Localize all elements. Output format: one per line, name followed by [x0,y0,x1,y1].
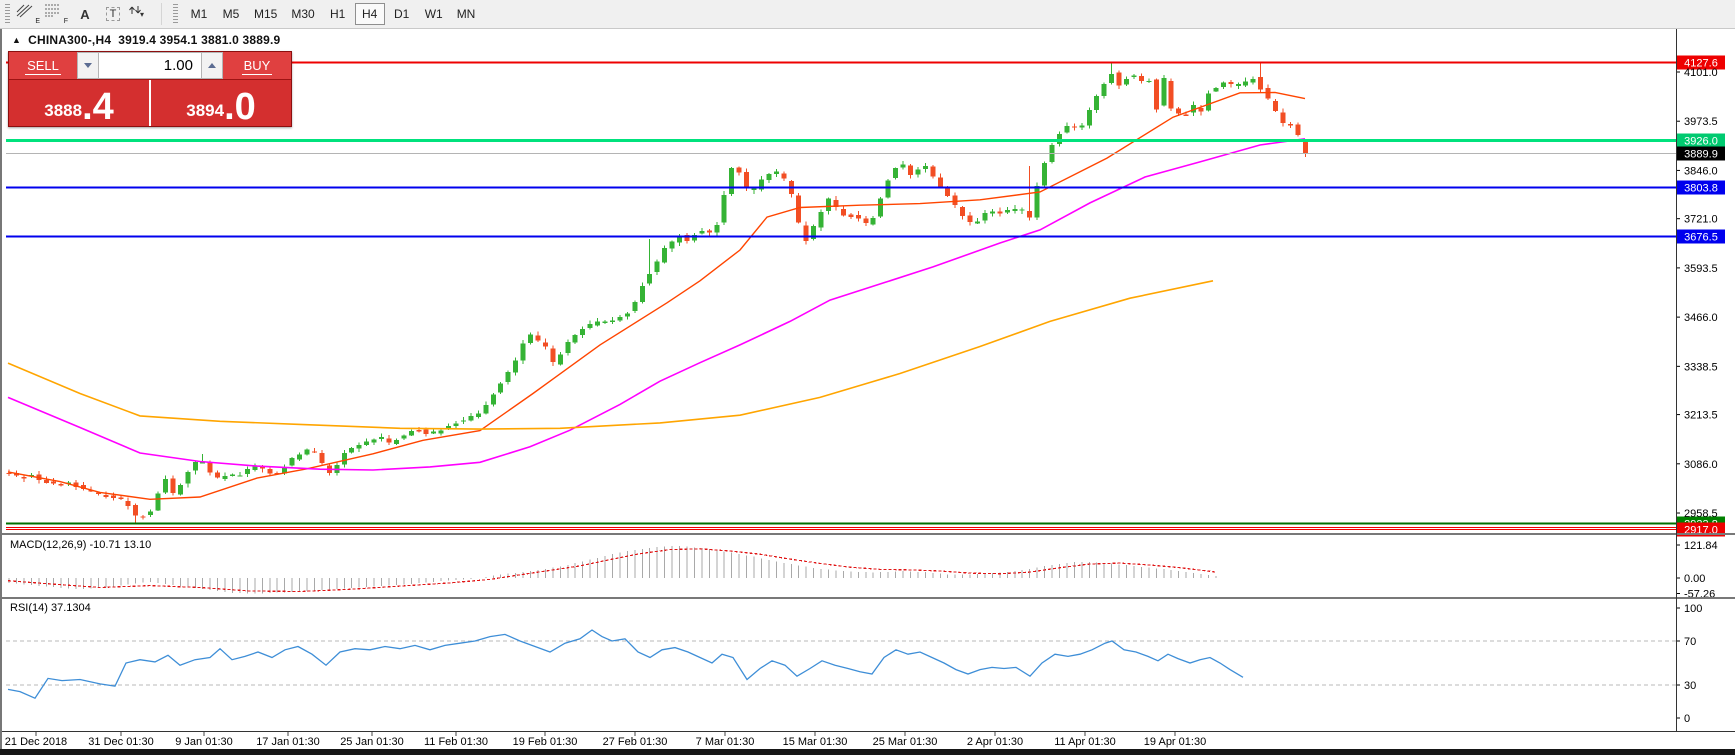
rsi-tick-label: 30 [1684,680,1696,692]
buy-price-small: 3894 [186,102,224,119]
toolbar-separator [161,3,162,25]
price-badge-label: 3676.5 [1684,232,1718,244]
timeframe-button-m1[interactable]: M1 [184,3,214,25]
time-axis-label: 11 Apr 01:30 [1054,736,1116,748]
fibonacci-icon[interactable]: F [43,2,71,26]
toolbar-drag-handle[interactable] [5,4,10,24]
time-axis-label: 2 Apr 01:30 [967,736,1023,748]
time-axis-label: 25 Jan 01:30 [340,736,404,748]
timeframe-toolbar: M1M5M15M30H1H4D1W1MN [183,3,482,25]
price-badge-label: 3926.0 [1684,136,1718,148]
time-axis-label: 7 Mar 01:30 [696,736,755,748]
time-axis-label: 15 Mar 01:30 [783,736,848,748]
price-tick-label: 3846.0 [1684,165,1718,177]
price-tick-label: 3973.5 [1684,116,1718,128]
text-icon[interactable]: A [71,2,99,26]
price-tick-label: 4101.0 [1684,67,1718,79]
timeframe-button-d1[interactable]: D1 [387,3,417,25]
time-axis-label: 25 Mar 01:30 [873,736,938,748]
price-tick-label: 3338.5 [1684,361,1718,373]
trading-terminal-window: { "toolbar": { "tools": [ {"id": "equidi… [0,0,1735,755]
rsi-indicator-label: RSI(14) 37.1304 [10,602,91,614]
price-tick-label: 3721.0 [1684,214,1718,226]
time-axis-label: 11 Feb 01:30 [424,736,488,748]
equidistant-channel-icon[interactable]: E [15,2,43,26]
price-tick-label: 3466.0 [1684,312,1718,324]
price-tick-label: 3593.5 [1684,263,1718,275]
timeframe-button-h1[interactable]: H1 [323,3,353,25]
arrows-icon[interactable]: ▾ [127,2,155,26]
chevron-down-icon [84,63,92,68]
timeframe-button-mn[interactable]: MN [451,3,482,25]
sell-price-big: .4 [82,91,114,123]
price-tick-label: 3213.5 [1684,410,1718,422]
volume-increase-button[interactable] [201,52,223,79]
time-axis-label: 31 Dec 01:30 [88,736,153,748]
window-bottom-edge [0,749,1735,755]
price-tick-label: 3086.0 [1684,459,1718,471]
time-axis-label: 17 Jan 01:30 [256,736,320,748]
one-click-trading-panel: SELL BUY 3888.4 3894.0 [8,51,292,127]
symbol-label: CHINA300-,H4 [28,33,111,47]
chart-title: ▲ CHINA300-,H4 3919.4 3954.1 3881.0 3889… [12,33,280,47]
sell-price-small: 3888 [44,102,82,119]
volume-decrease-button[interactable] [77,52,99,79]
price-tick-label: 2958.5 [1684,508,1718,520]
time-axis-label: 9 Jan 01:30 [175,736,233,748]
ohlc-values: 3919.4 3954.1 3881.0 3889.9 [118,33,280,47]
volume-input[interactable] [99,52,201,79]
time-axis-label: 19 Feb 01:30 [513,736,578,748]
text-label-icon[interactable]: T [99,2,127,26]
rsi-tick-label: 70 [1684,636,1696,648]
price-badge-label: 3803.8 [1684,183,1718,195]
macd-tick-label: 121.84 [1684,540,1718,552]
rsi-tick-label: 0 [1684,713,1690,725]
sell-price-display[interactable]: 3888.4 [9,80,149,126]
timeframe-toolbar-drag-handle[interactable] [173,4,178,24]
collapse-panel-icon[interactable]: ▲ [12,35,21,45]
time-axis-label: 19 Apr 01:30 [1144,736,1206,748]
buy-price-big: .0 [224,91,256,123]
drawing-tools-toolbar: EFAT▾ [15,2,155,26]
rsi-tick-label: 100 [1684,603,1702,615]
price-badge-label: 3889.9 [1684,149,1718,161]
timeframe-button-m15[interactable]: M15 [248,3,283,25]
time-axis-label: 27 Feb 01:30 [603,736,668,748]
timeframe-button-w1[interactable]: W1 [419,3,449,25]
macd-indicator-label: MACD(12,26,9) -10.71 13.10 [10,539,151,551]
sell-button[interactable]: SELL [9,52,77,79]
toolbar: EFAT▾ M1M5M15M30H1H4D1W1MN [0,0,1735,29]
timeframe-button-m5[interactable]: M5 [216,3,246,25]
timeframe-button-m30[interactable]: M30 [285,3,320,25]
chevron-up-icon [208,63,216,68]
timeframe-button-h4[interactable]: H4 [355,3,385,25]
buy-price-display[interactable]: 3894.0 [151,80,291,126]
buy-button[interactable]: BUY [223,52,291,79]
macd-tick-label: 0.00 [1684,573,1705,585]
time-axis-label: 21 Dec 2018 [5,736,67,748]
